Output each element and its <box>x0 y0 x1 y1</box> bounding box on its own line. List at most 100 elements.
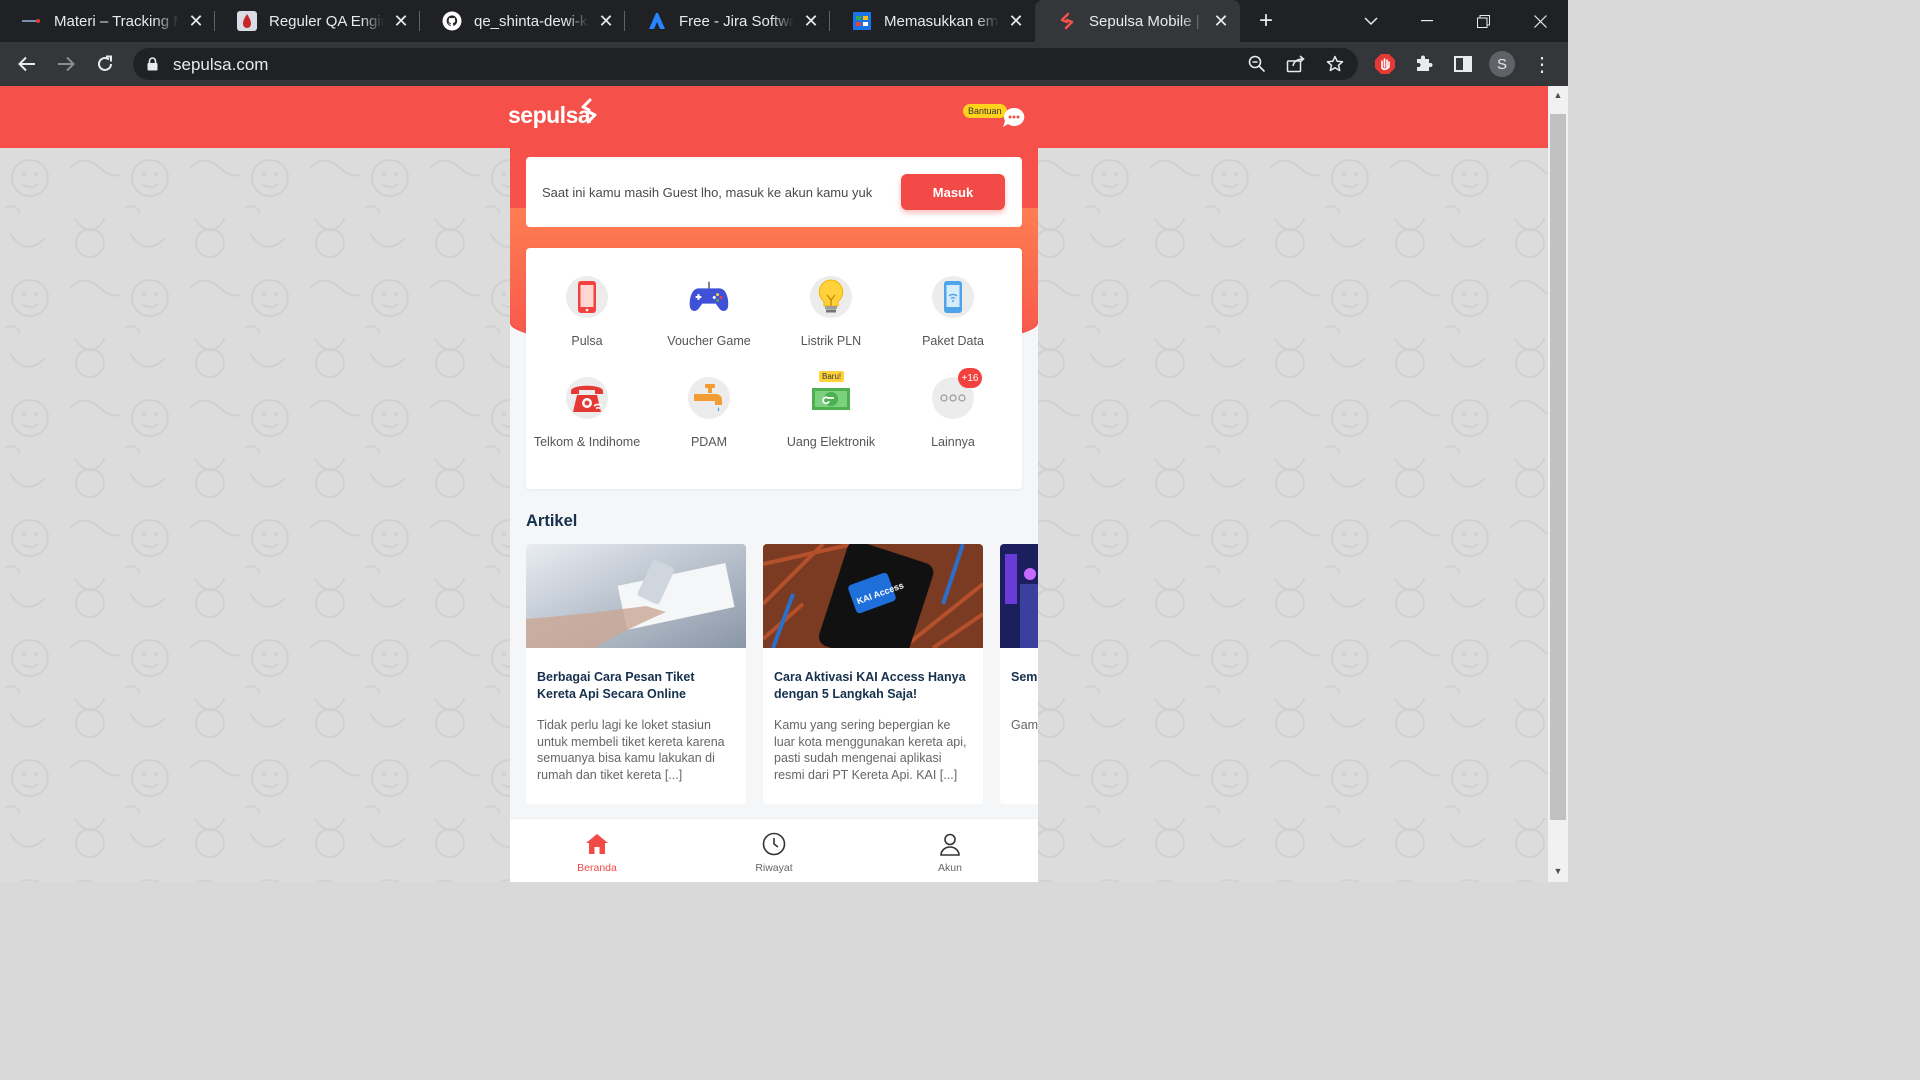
zoom-icon[interactable] <box>1246 53 1268 75</box>
help-button[interactable]: Bantuan <box>963 103 1029 133</box>
article-excerpt: Tidak perlu lagi ke loket stasiun untuk … <box>537 718 725 782</box>
service-label: Telkom & Indihome <box>533 435 641 449</box>
article-excerpt: Game perm masy perm <box>1011 718 1038 732</box>
service-lainnya[interactable]: +16 Lainnya <box>892 368 1014 450</box>
tab-title: Materi – Tracking M <box>54 12 179 30</box>
bottom-navigation: Beranda Riwayat Akun <box>510 818 1038 882</box>
blood-drop-icon <box>237 11 257 31</box>
adblock-extension-icon[interactable] <box>1372 51 1398 77</box>
browser-tab[interactable]: Reguler QA Enginee ✕ <box>215 0 420 42</box>
close-tab-icon[interactable]: ✕ <box>1212 11 1230 31</box>
profile-avatar[interactable]: S <box>1489 51 1515 77</box>
scrollbar-thumb[interactable] <box>1550 114 1566 820</box>
side-panel-icon[interactable] <box>1450 51 1476 77</box>
guest-notice-card: Saat ini kamu masih Guest lho, masuk ke … <box>526 157 1022 227</box>
service-label: Uang Elektronik <box>786 435 876 449</box>
article-title[interactable]: Berbagai Cara Pesan Tiket Kereta Api Sec… <box>537 669 735 702</box>
tab-search-icon[interactable] <box>1356 6 1386 36</box>
share-icon[interactable] <box>1285 53 1307 75</box>
article-thumbnail <box>526 544 746 648</box>
articles-heading: Artikel <box>526 512 578 530</box>
reload-button[interactable] <box>91 50 119 78</box>
article-card[interactable]: Berbagai Cara Pesan Tiket Kereta Api Sec… <box>526 544 746 804</box>
article-title[interactable]: Cara Aktivasi KAI Access Hanya dengan 5 … <box>774 669 972 702</box>
phone-icon <box>566 276 608 318</box>
sheets-icon <box>852 11 872 31</box>
close-tab-icon[interactable]: ✕ <box>392 11 410 31</box>
service-telkom-indihome[interactable]: Telkom & Indihome <box>526 377 648 450</box>
gamepad-icon <box>688 276 730 318</box>
service-label: Listrik PLN <box>800 334 862 348</box>
service-label: PDAM <box>690 435 728 449</box>
browser-tab-bar: Materi – Tracking M ✕ Reguler QA Enginee… <box>0 0 1568 42</box>
close-tab-icon[interactable]: ✕ <box>802 11 820 31</box>
lightbulb-icon <box>810 276 852 318</box>
new-tab-button[interactable]: + <box>1253 7 1279 34</box>
nav-label: Riwayat <box>755 862 793 874</box>
nav-label: Akun <box>938 862 962 874</box>
clock-icon <box>762 832 786 856</box>
tab-title: Sepulsa Mobile | Isi <box>1089 12 1204 30</box>
article-thumbnail <box>1000 544 1038 648</box>
nav-riwayat[interactable]: Riwayat <box>714 819 834 882</box>
page-viewport: sepulsa Bantuan Saat ini kamu masih Gues… <box>0 86 1548 882</box>
tab-title: Reguler QA Enginee <box>269 12 384 30</box>
browser-menu-icon[interactable]: ⋮ <box>1532 51 1552 77</box>
tab-title: Memasukkan email <box>884 12 999 30</box>
article-thumbnail: KAI Access <box>763 544 983 648</box>
tab-title: qe_shinta-dewi-kur <box>474 12 589 30</box>
more-icon: +16 <box>932 368 982 419</box>
browser-tab-active[interactable]: Sepulsa Mobile | Isi ✕ <box>1035 0 1240 42</box>
guest-message: Saat ini kamu masih Guest lho, masuk ke … <box>542 185 873 200</box>
service-pulsa[interactable]: Pulsa <box>526 276 648 349</box>
sepulsa-icon <box>1057 11 1077 31</box>
site-header: sepulsa Bantuan <box>0 86 1548 148</box>
article-title[interactable]: Semu Uang <box>1011 669 1038 686</box>
more-count-badge: +16 <box>958 368 982 388</box>
article-excerpt: Kamu yang sering bepergian ke luar kota … <box>774 718 967 782</box>
address-bar[interactable]: sepulsa.com <box>133 48 1358 80</box>
service-listrik-pln[interactable]: Listrik PLN <box>770 276 892 349</box>
browser-tab[interactable]: Memasukkan email ✕ <box>830 0 1035 42</box>
close-tab-icon[interactable]: ✕ <box>597 11 615 31</box>
scroll-down-arrow-icon[interactable]: ▼ <box>1552 866 1564 878</box>
services-menu: Pulsa Voucher Game Listrik PLN Paket Dat… <box>526 248 1022 489</box>
browser-tab[interactable]: Materi – Tracking M ✕ <box>0 0 215 42</box>
service-uang-elektronik[interactable]: Baru! Uang Elektronik <box>770 371 892 450</box>
service-voucher-game[interactable]: Voucher Game <box>648 276 770 349</box>
article-card[interactable]: KAI Access Cara Aktivasi KAI Access Hany… <box>763 544 983 804</box>
browser-tab[interactable]: qe_shinta-dewi-kur ✕ <box>420 0 625 42</box>
browser-tab[interactable]: Free - Jira Software ✕ <box>625 0 830 42</box>
service-paket-data[interactable]: Paket Data <box>892 276 1014 349</box>
sepulsa-logo-mark-icon <box>581 98 597 124</box>
nav-beranda[interactable]: Beranda <box>537 819 657 882</box>
browser-toolbar: sepulsa.com S ⋮ <box>0 42 1568 86</box>
home-icon <box>586 834 608 854</box>
restore-icon[interactable] <box>1468 6 1498 36</box>
jira-icon <box>647 11 667 31</box>
forward-button[interactable] <box>52 50 80 78</box>
telephone-icon <box>566 377 608 419</box>
login-button[interactable]: Masuk <box>901 174 1005 210</box>
e-money-icon: Baru! <box>810 371 852 419</box>
scroll-up-arrow-icon[interactable]: ▲ <box>1552 90 1564 102</box>
close-window-icon[interactable] <box>1525 6 1555 36</box>
page-scrollbar[interactable]: ▲ ▼ <box>1548 86 1568 882</box>
close-tab-icon[interactable]: ✕ <box>187 11 205 31</box>
close-tab-icon[interactable]: ✕ <box>1007 11 1025 31</box>
back-button[interactable] <box>13 50 41 78</box>
tab-title: Free - Jira Software <box>679 12 794 30</box>
nav-akun[interactable]: Akun <box>890 819 1010 882</box>
service-pdam[interactable]: PDAM <box>648 377 770 450</box>
notion-icon <box>22 11 42 31</box>
bookmark-star-icon[interactable] <box>1324 53 1346 75</box>
article-card-partial[interactable]: Semu Uang Game perm masy perm <box>1000 544 1038 804</box>
new-badge: Baru! <box>819 371 845 382</box>
data-phone-icon <box>932 276 974 318</box>
minimize-icon[interactable] <box>1412 6 1442 36</box>
service-label: Pulsa <box>571 334 603 348</box>
chat-bubble-icon <box>1003 107 1025 127</box>
github-icon <box>442 11 462 31</box>
service-label: Lainnya <box>931 435 975 449</box>
extensions-puzzle-icon[interactable] <box>1411 51 1437 77</box>
